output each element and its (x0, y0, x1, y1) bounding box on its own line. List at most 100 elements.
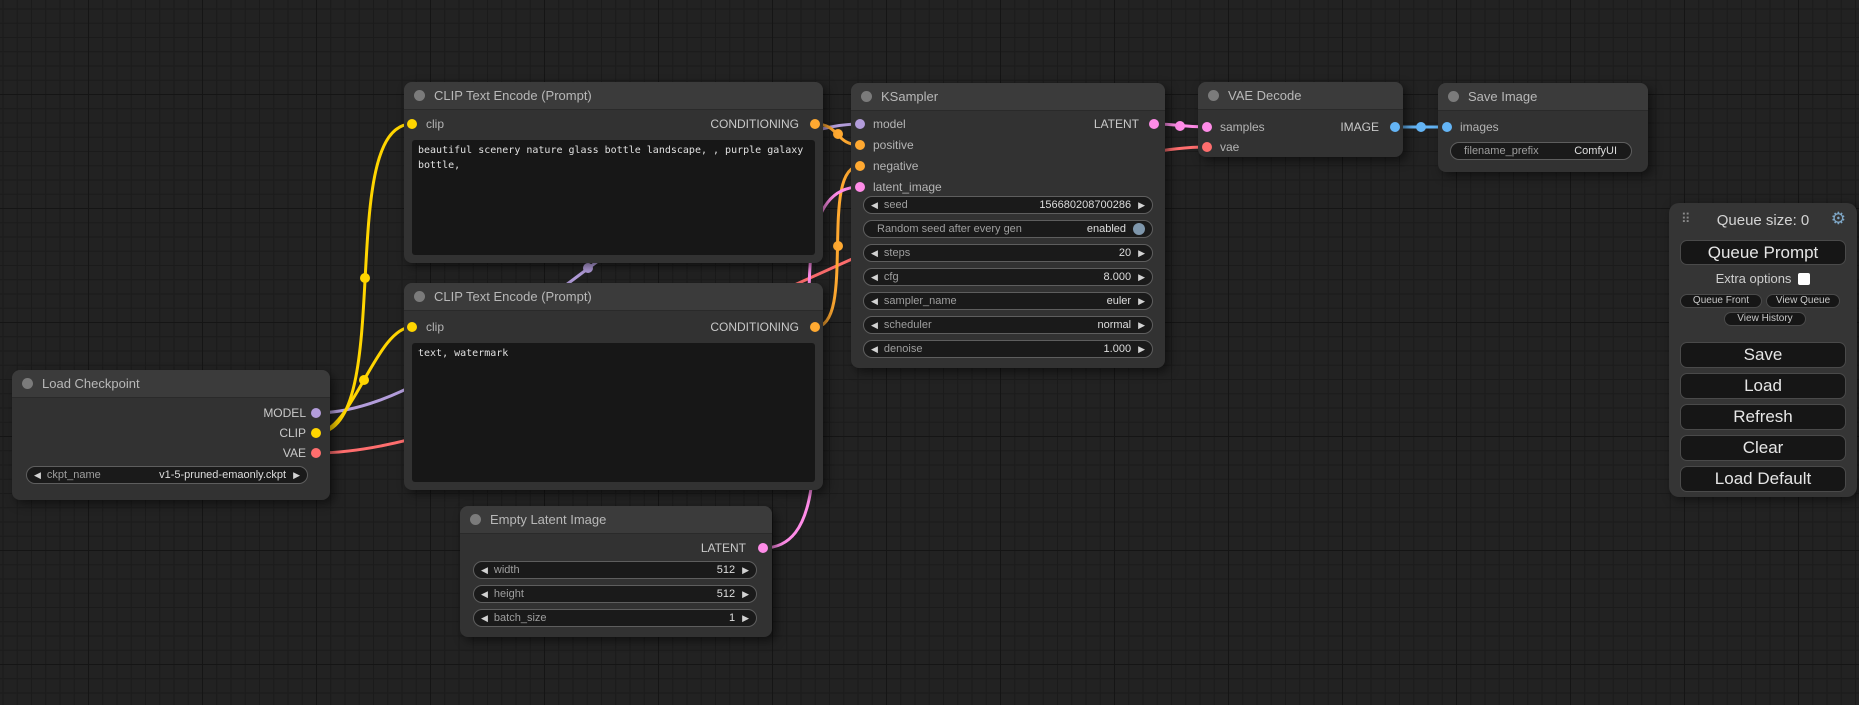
model-output-port[interactable] (311, 408, 321, 418)
increment-arrow-icon[interactable]: ▶ (742, 585, 749, 603)
node-ksampler[interactable]: KSampler model positive negative latent_… (851, 83, 1165, 368)
refresh-button[interactable]: Refresh (1680, 404, 1846, 430)
steps-widget[interactable]: ◀ steps 20 ▶ (863, 244, 1153, 262)
increment-arrow-icon[interactable]: ▶ (1138, 292, 1145, 310)
increment-arrow-icon[interactable]: ▶ (1138, 316, 1145, 334)
collapse-dot-icon[interactable] (470, 514, 481, 525)
clip-input-port[interactable] (407, 119, 417, 129)
wire-midpoint-dot[interactable] (360, 273, 370, 283)
widget-label: batch_size (494, 612, 547, 624)
widget-value: 1 (729, 612, 735, 624)
image-output-port[interactable] (1390, 122, 1400, 132)
decrement-arrow-icon[interactable]: ◀ (481, 609, 488, 627)
decrement-arrow-icon[interactable]: ◀ (481, 561, 488, 579)
increment-arrow-icon[interactable]: ▶ (1138, 340, 1145, 358)
widget-value: normal (1097, 319, 1131, 331)
scheduler-widget[interactable]: ◀ scheduler normal ▶ (863, 316, 1153, 334)
wire-midpoint-dot[interactable] (833, 241, 843, 251)
node-empty-latent-image[interactable]: Empty Latent Image LATENT ◀ width 512 ▶ … (460, 506, 772, 637)
model-input-port[interactable] (855, 119, 865, 129)
node-graph-canvas[interactable]: Load Checkpoint MODEL CLIP VAE ◀ ckpt_na… (0, 0, 1859, 705)
gear-icon[interactable]: ⚙ (1831, 209, 1846, 229)
denoise-widget[interactable]: ◀ denoise 1.000 ▶ (863, 340, 1153, 358)
node-title-bar[interactable]: VAE Decode (1198, 82, 1403, 110)
vae-output-port[interactable] (311, 448, 321, 458)
clip-input-port[interactable] (407, 322, 417, 332)
increment-arrow-icon[interactable]: ▶ (293, 466, 300, 484)
node-title-bar[interactable]: Load Checkpoint (12, 370, 330, 398)
filename-prefix-widget[interactable]: filename_prefix ComfyUI (1450, 142, 1632, 160)
decrement-arrow-icon[interactable]: ◀ (871, 244, 878, 262)
decrement-arrow-icon[interactable]: ◀ (871, 196, 878, 214)
prompt-text-area[interactable]: beautiful scenery nature glass bottle la… (412, 140, 815, 255)
input-label-vae: vae (1220, 140, 1239, 154)
node-vae-decode[interactable]: VAE Decode samples vae IMAGE (1198, 82, 1403, 157)
widget-value: 512 (717, 564, 735, 576)
cfg-widget[interactable]: ◀ cfg 8.000 ▶ (863, 268, 1153, 286)
queue-panel: ⠿ Queue size: 0 ⚙ Queue Prompt Extra opt… (1669, 203, 1857, 497)
collapse-dot-icon[interactable] (414, 291, 425, 302)
decrement-arrow-icon[interactable]: ◀ (481, 585, 488, 603)
ckpt-name-widget[interactable]: ◀ ckpt_name v1-5-pruned-emaonly.ckpt ▶ (26, 466, 308, 484)
decrement-arrow-icon[interactable]: ◀ (34, 466, 41, 484)
negative-input-port[interactable] (855, 161, 865, 171)
queue-prompt-button[interactable]: Queue Prompt (1680, 240, 1846, 265)
queue-front-button[interactable]: Queue Front (1680, 294, 1762, 308)
wire-midpoint-dot[interactable] (1175, 121, 1185, 131)
decrement-arrow-icon[interactable]: ◀ (871, 268, 878, 286)
images-input-port[interactable] (1442, 122, 1452, 132)
node-title-bar[interactable]: CLIP Text Encode (Prompt) (404, 82, 823, 110)
output-label-latent: LATENT (701, 541, 746, 555)
save-button[interactable]: Save (1680, 342, 1846, 368)
increment-arrow-icon[interactable]: ▶ (742, 561, 749, 579)
load-button[interactable]: Load (1680, 373, 1846, 399)
node-title-bar[interactable]: Empty Latent Image (460, 506, 772, 534)
conditioning-output-port[interactable] (810, 322, 820, 332)
sampler-name-widget[interactable]: ◀ sampler_name euler ▶ (863, 292, 1153, 310)
increment-arrow-icon[interactable]: ▶ (1138, 244, 1145, 262)
node-title-bar[interactable]: KSampler (851, 83, 1165, 111)
wire-midpoint-dot[interactable] (833, 129, 843, 139)
collapse-dot-icon[interactable] (22, 378, 33, 389)
random-seed-toggle-widget[interactable]: Random seed after every gen enabled (863, 220, 1153, 238)
node-save-image[interactable]: Save Image images filename_prefix ComfyU… (1438, 83, 1648, 172)
clear-button[interactable]: Clear (1680, 435, 1846, 461)
latent-output-port[interactable] (758, 543, 768, 553)
batch-size-widget[interactable]: ◀ batch_size 1 ▶ (473, 609, 757, 627)
increment-arrow-icon[interactable]: ▶ (1138, 268, 1145, 286)
latent-image-input-port[interactable] (855, 182, 865, 192)
positive-input-port[interactable] (855, 140, 865, 150)
increment-arrow-icon[interactable]: ▶ (742, 609, 749, 627)
seed-widget[interactable]: ◀ seed 156680208700286 ▶ (863, 196, 1153, 214)
samples-input-port[interactable] (1202, 122, 1212, 132)
collapse-dot-icon[interactable] (1448, 91, 1459, 102)
wire-midpoint-dot[interactable] (359, 375, 369, 385)
extra-options-checkbox[interactable] (1798, 273, 1810, 285)
widget-label: Random seed after every gen (877, 223, 1022, 235)
collapse-dot-icon[interactable] (414, 90, 425, 101)
node-clip-text-encode-positive[interactable]: CLIP Text Encode (Prompt) clip CONDITION… (404, 82, 823, 263)
decrement-arrow-icon[interactable]: ◀ (871, 316, 878, 334)
view-history-button[interactable]: View History (1724, 312, 1806, 326)
increment-arrow-icon[interactable]: ▶ (1138, 196, 1145, 214)
wire-midpoint-dot[interactable] (583, 263, 593, 273)
view-queue-button[interactable]: View Queue (1766, 294, 1840, 308)
node-title-bar[interactable]: Save Image (1438, 83, 1648, 111)
height-widget[interactable]: ◀ height 512 ▶ (473, 585, 757, 603)
wire-midpoint-dot[interactable] (1416, 122, 1426, 132)
node-title-bar[interactable]: CLIP Text Encode (Prompt) (404, 283, 823, 311)
clip-output-port[interactable] (311, 428, 321, 438)
conditioning-output-port[interactable] (810, 119, 820, 129)
toggle-dot-icon[interactable] (1133, 223, 1145, 235)
prompt-text-area[interactable]: text, watermark (412, 343, 815, 482)
node-load-checkpoint[interactable]: Load Checkpoint MODEL CLIP VAE ◀ ckpt_na… (12, 370, 330, 500)
node-clip-text-encode-negative[interactable]: CLIP Text Encode (Prompt) clip CONDITION… (404, 283, 823, 490)
vae-input-port[interactable] (1202, 142, 1212, 152)
decrement-arrow-icon[interactable]: ◀ (871, 292, 878, 310)
latent-output-port[interactable] (1149, 119, 1159, 129)
collapse-dot-icon[interactable] (1208, 90, 1219, 101)
load-default-button[interactable]: Load Default (1680, 466, 1846, 492)
collapse-dot-icon[interactable] (861, 91, 872, 102)
decrement-arrow-icon[interactable]: ◀ (871, 340, 878, 358)
width-widget[interactable]: ◀ width 512 ▶ (473, 561, 757, 579)
